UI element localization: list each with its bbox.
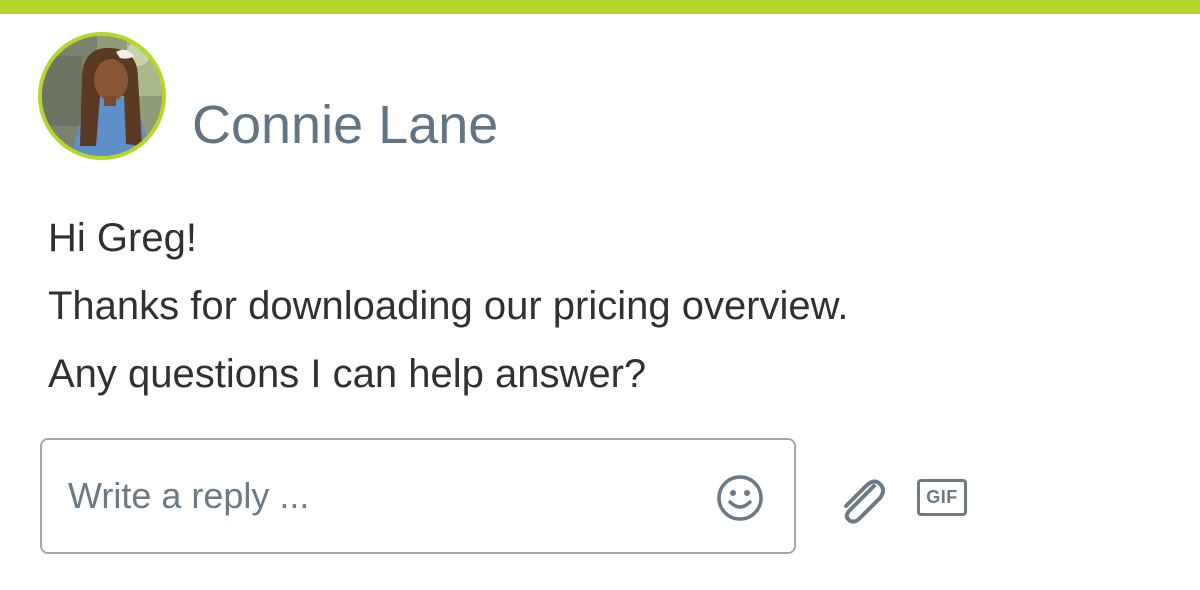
gif-icon: GIF [926, 487, 958, 507]
message-line: Hi Greg! [48, 216, 197, 260]
attach-button[interactable] [834, 476, 890, 524]
reply-input[interactable] [68, 440, 688, 552]
message-line: Thanks for downloading our pricing overv… [48, 284, 849, 328]
paperclip-icon [844, 479, 885, 524]
gif-button[interactable]: GIF [917, 479, 967, 516]
smiley-face-icon [717, 475, 763, 521]
message-body: Hi Greg! Thanks for downloading our pric… [48, 204, 848, 408]
avatar [38, 32, 166, 160]
message-line: Any questions I can help answer? [48, 352, 647, 396]
reply-box [40, 438, 796, 554]
emoji-button[interactable] [716, 474, 764, 522]
message-header: Connie Lane [38, 32, 498, 160]
top-accent-bar [0, 0, 1200, 14]
sender-name: Connie Lane [192, 95, 499, 155]
avatar-photo [42, 36, 162, 156]
